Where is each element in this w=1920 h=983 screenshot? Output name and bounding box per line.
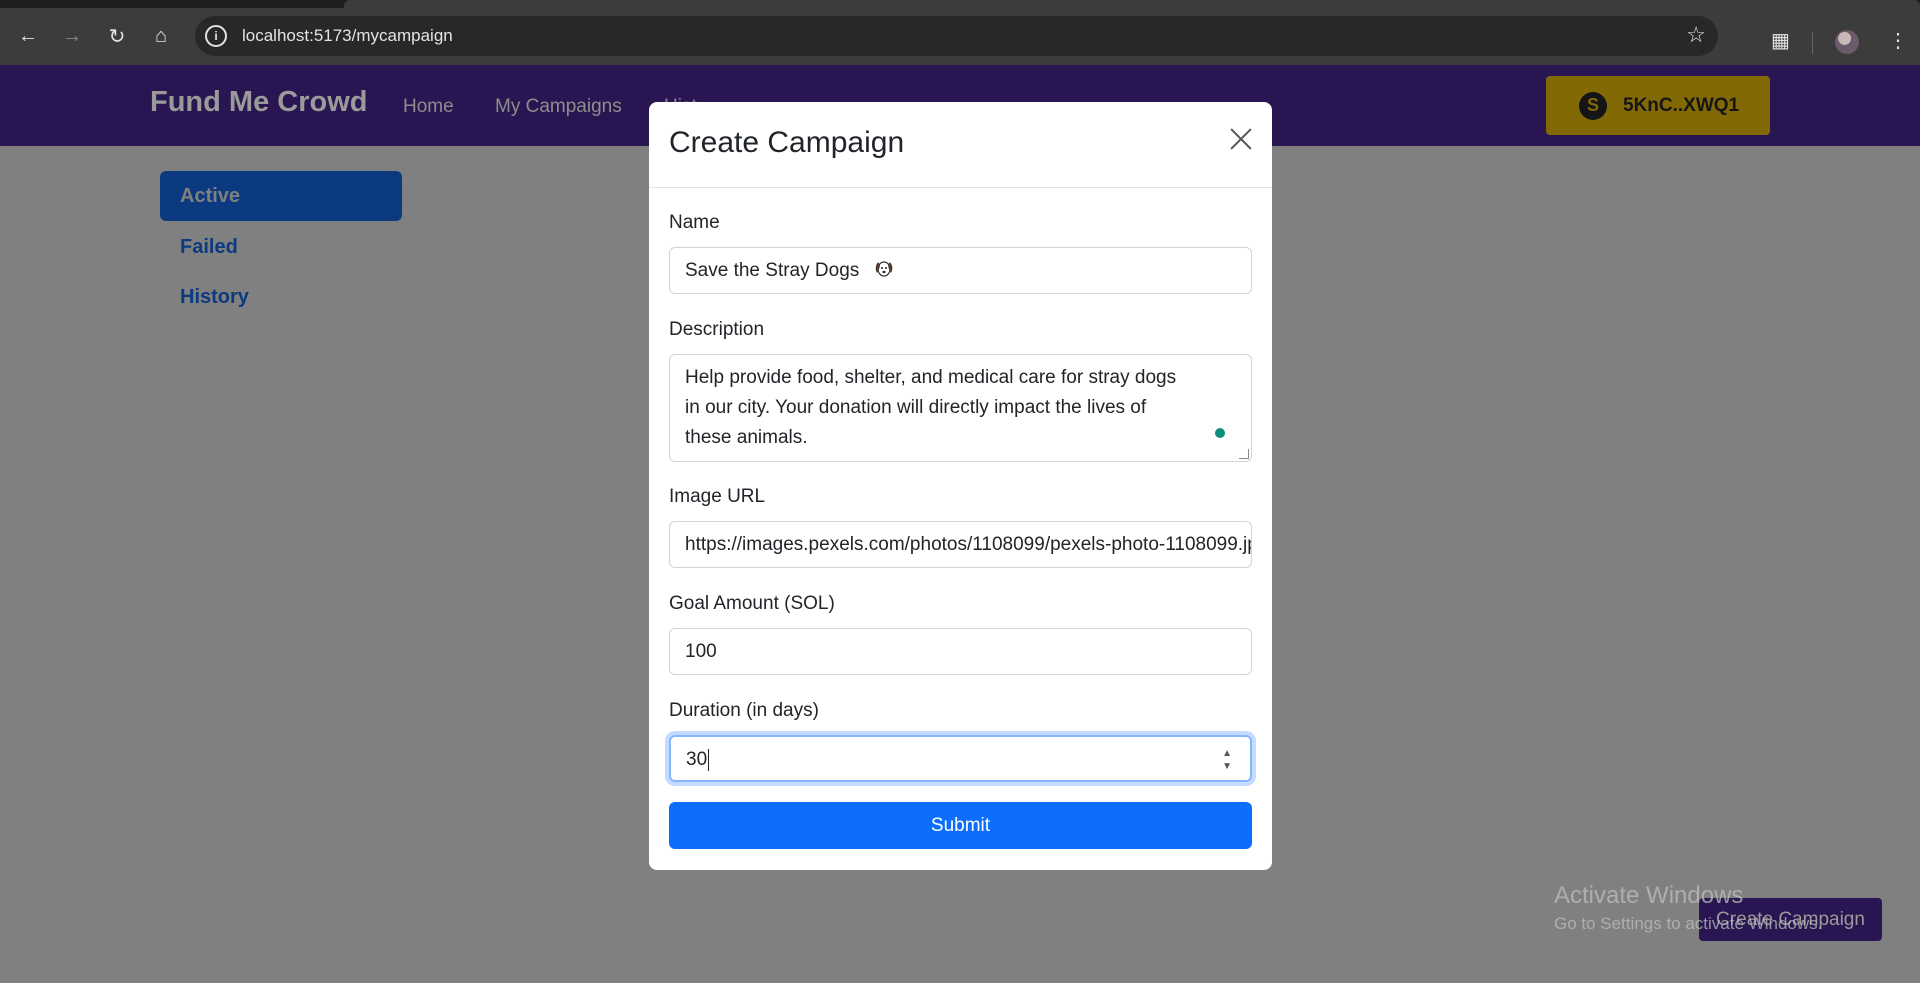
address-bar[interactable]: i localhost:5173/mycampaign ☆ bbox=[195, 16, 1718, 56]
dog-face-icon bbox=[875, 261, 892, 277]
image-url-input[interactable]: https://images.pexels.com/photos/1108099… bbox=[669, 521, 1252, 568]
goal-label: Goal Amount (SOL) bbox=[669, 593, 835, 614]
browser-toolbar: ← → ↻ ⌂ i localhost:5173/mycampaign ☆ ▦ … bbox=[0, 8, 1920, 65]
submit-button[interactable]: Submit bbox=[669, 802, 1252, 849]
menu-kebab-icon[interactable]: ⋮ bbox=[1888, 28, 1908, 53]
sidebar-item-active[interactable]: Active bbox=[160, 171, 402, 221]
wallet-address: 5KnC..XWQ1 bbox=[1623, 94, 1740, 116]
modal-title: Create Campaign bbox=[669, 126, 905, 159]
description-textarea[interactable]: Help provide food, shelter, and medical … bbox=[669, 354, 1252, 462]
goal-amount-input[interactable]: 100 bbox=[669, 628, 1252, 675]
image-url-label: Image URL bbox=[669, 486, 766, 507]
stepper-up-icon[interactable]: ▲ bbox=[1222, 747, 1232, 760]
active-tab[interactable] bbox=[344, 0, 1920, 8]
sidebar-item-failed[interactable]: Failed bbox=[160, 222, 402, 272]
forward-icon[interactable]: → bbox=[56, 20, 88, 52]
extensions-icon[interactable]: ▦ bbox=[1771, 28, 1790, 53]
modal-header: Create Campaign bbox=[649, 102, 1272, 188]
profile-avatar[interactable] bbox=[1835, 30, 1859, 54]
nav-home[interactable]: Home bbox=[403, 96, 454, 118]
site-info-icon[interactable]: i bbox=[205, 25, 227, 47]
duration-value: 30 bbox=[686, 749, 708, 770]
name-value: Save the Stray Dogs bbox=[685, 260, 860, 281]
reload-icon[interactable]: ↻ bbox=[101, 20, 133, 52]
name-label: Name bbox=[669, 212, 720, 233]
description-label: Description bbox=[669, 319, 765, 340]
grammar-check-indicator[interactable] bbox=[1215, 428, 1225, 438]
name-input[interactable]: Save the Stray Dogs bbox=[669, 247, 1252, 294]
text-caret bbox=[708, 748, 710, 771]
resize-handle[interactable] bbox=[1239, 449, 1249, 459]
watermark-title: Activate Windows bbox=[1554, 882, 1744, 909]
watermark-subtitle: Go to Settings to activate Windows. bbox=[1554, 914, 1823, 933]
home-icon[interactable]: ⌂ bbox=[145, 20, 177, 52]
close-icon[interactable] bbox=[1226, 124, 1256, 154]
nav-my-campaigns[interactable]: My Campaigns bbox=[495, 96, 622, 118]
solana-icon: S bbox=[1579, 91, 1607, 120]
number-stepper[interactable]: ▲ ▼ bbox=[1222, 747, 1232, 773]
brand-logo[interactable]: Fund Me Crowd bbox=[150, 86, 367, 119]
windows-activation-watermark: Activate Windows Go to Settings to activ… bbox=[1554, 882, 1822, 934]
back-icon[interactable]: ← bbox=[12, 20, 44, 52]
description-value: Help provide food, shelter, and medical … bbox=[685, 367, 1177, 448]
wallet-button[interactable]: S 5KnC..XWQ1 bbox=[1546, 76, 1770, 135]
url-text: localhost:5173/mycampaign bbox=[242, 26, 453, 45]
duration-label: Duration (in days) bbox=[669, 700, 819, 721]
create-campaign-modal: Create Campaign Name Save the Stray Dogs… bbox=[649, 102, 1272, 870]
duration-input[interactable]: 30 ▲ ▼ bbox=[669, 735, 1252, 782]
sidebar-item-history[interactable]: History bbox=[160, 272, 402, 322]
toolbar-divider bbox=[1812, 32, 1813, 54]
browser-tab-strip bbox=[0, 0, 1920, 8]
bookmark-star-icon[interactable]: ☆ bbox=[1686, 22, 1706, 48]
stepper-down-icon[interactable]: ▼ bbox=[1222, 760, 1232, 773]
